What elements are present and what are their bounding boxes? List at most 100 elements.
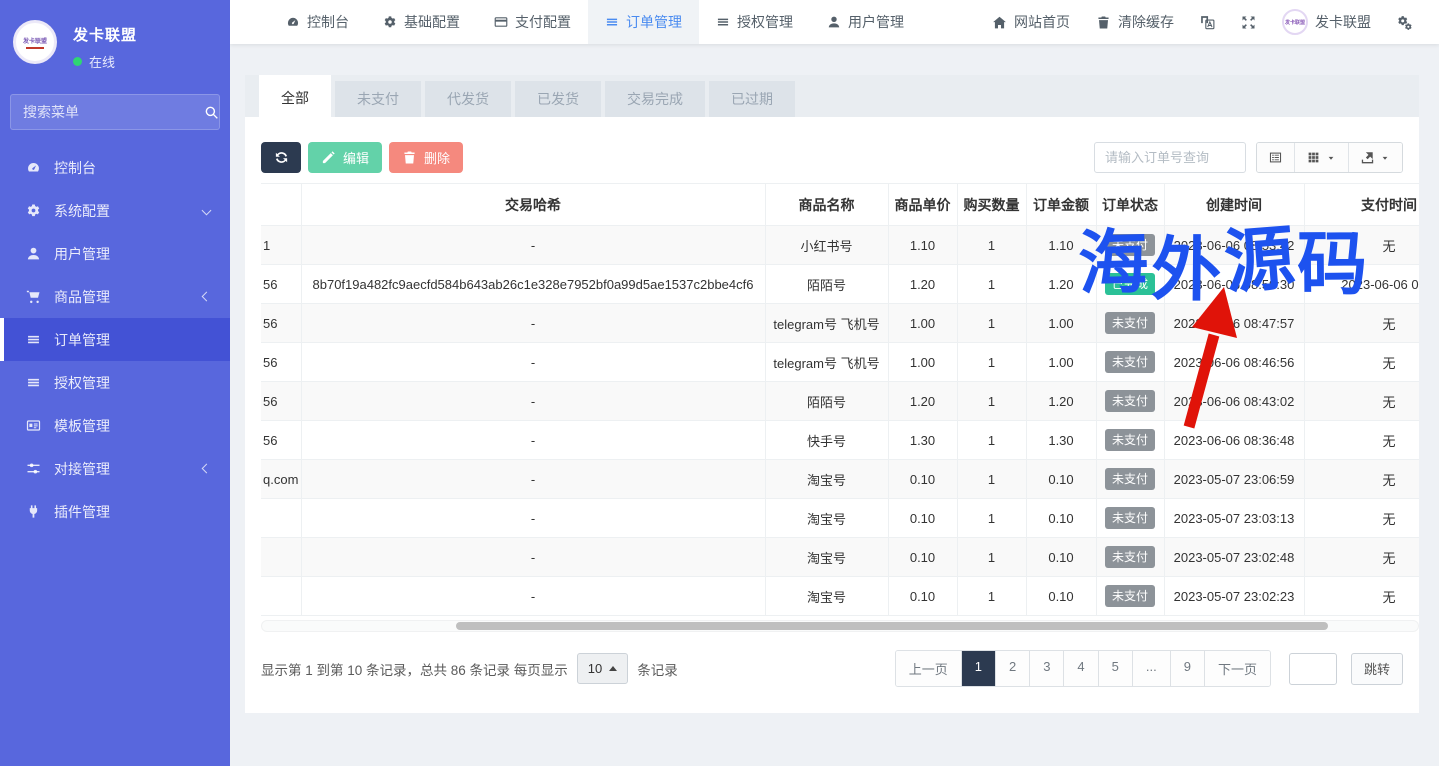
translate-button[interactable] [1187, 15, 1228, 30]
refresh-button[interactable] [261, 142, 301, 173]
sidebar-item-system-config[interactable]: 系统配置 [0, 189, 230, 232]
edit-button[interactable]: 编辑 [308, 142, 382, 173]
sidebar-item-auth-mgmt[interactable]: 授权管理 [0, 361, 230, 404]
column-header: 支付时间 [1304, 184, 1419, 226]
sidebar-item-label: 订单管理 [54, 330, 110, 350]
user-icon [827, 15, 841, 29]
chevron-left-icon [202, 292, 212, 302]
columns-button[interactable] [1294, 143, 1348, 172]
page-item-2[interactable]: 2 [995, 651, 1029, 686]
sidebar-menu: 控制台系统配置用户管理商品管理订单管理授权管理模板管理对接管理插件管理 [0, 146, 230, 533]
cell-amount: 0.10 [1026, 577, 1096, 616]
topbar-item-basic-config[interactable]: 基础配置 [366, 0, 477, 44]
topbar-item-console[interactable]: 控制台 [269, 0, 366, 44]
cell-status: 未支付 [1096, 538, 1164, 577]
table-row[interactable]: -淘宝号0.1010.10未支付2023-05-07 23:03:13无 [261, 499, 1419, 538]
sidebar-item-plugin-mgmt[interactable]: 插件管理 [0, 490, 230, 533]
cell-qty: 1 [957, 343, 1026, 382]
tab-shipped[interactable]: 已发货 [515, 81, 601, 117]
column-header: 创建时间 [1164, 184, 1304, 226]
list-icon [25, 332, 42, 347]
avatar: 发卡联盟 [1282, 9, 1308, 35]
order-search-input[interactable] [1094, 142, 1246, 173]
per-page-dropdown[interactable]: 10 [577, 653, 628, 684]
sidebar-search [10, 94, 220, 130]
sidebar-item-product-mgmt[interactable]: 商品管理 [0, 275, 230, 318]
status-badge: 未支付 [1105, 585, 1155, 607]
site-home-button[interactable]: 网站首页 [979, 12, 1083, 32]
page-item-ellipsis[interactable]: ... [1132, 651, 1170, 686]
page-item-9[interactable]: 9 [1170, 651, 1204, 686]
table-row[interactable]: -淘宝号0.1010.10未支付2023-05-07 23:02:48无 [261, 538, 1419, 577]
settings-button[interactable] [1384, 15, 1425, 30]
cell-hash: - [301, 460, 765, 499]
cell-amount: 1.20 [1026, 382, 1096, 421]
table-row[interactable]: 56-telegram号 飞机号1.0011.00未支付2023-06-06 0… [261, 304, 1419, 343]
hamburger-menu-icon[interactable] [230, 0, 269, 44]
sidebar-item-user-mgmt[interactable]: 用户管理 [0, 232, 230, 275]
fullscreen-button[interactable] [1228, 15, 1269, 30]
caret-up-icon [609, 666, 617, 671]
table-row[interactable]: 56-快手号1.3011.30未支付2023-06-06 08:36:48无 [261, 421, 1419, 460]
orders-table: 交易哈希商品名称商品单价购买数量订单金额订单状态创建时间支付时间 1-小红书号1… [261, 183, 1419, 616]
clear-cache-button[interactable]: 清除缓存 [1083, 12, 1187, 32]
sidebar-item-template-mgmt[interactable]: 模板管理 [0, 404, 230, 447]
page-item-5[interactable]: 5 [1098, 651, 1132, 686]
cell-price: 1.20 [888, 265, 957, 304]
sidebar-item-order-mgmt[interactable]: 订单管理 [0, 318, 230, 361]
tab-unpaid[interactable]: 未支付 [335, 81, 421, 117]
table-row[interactable]: q.com-淘宝号0.1010.10未支付2023-05-07 23:06:59… [261, 460, 1419, 499]
page-item-4[interactable]: 4 [1063, 651, 1097, 686]
table-row[interactable]: 56-telegram号 飞机号1.0011.00未支付2023-06-06 0… [261, 343, 1419, 382]
topbar-item-order-mgmt[interactable]: 订单管理 [588, 0, 699, 44]
translate-icon [1200, 15, 1215, 30]
online-status-label: 在线 [89, 52, 115, 71]
cell-paid: 无 [1304, 343, 1419, 382]
topbar-nav: 控制台基础配置支付配置订单管理授权管理用户管理 [269, 0, 921, 44]
search-icon[interactable] [204, 105, 219, 120]
jump-page-input[interactable] [1289, 653, 1337, 685]
table-view-button-group [1256, 142, 1403, 173]
table-row[interactable]: 1-小红书号1.1011.10未支付2023-06-06 08:53:42无 [261, 226, 1419, 265]
page-item-1[interactable]: 1 [961, 651, 995, 686]
page-item-prev[interactable]: 上一页 [896, 651, 961, 686]
cell-left [261, 577, 301, 616]
table-row[interactable]: -淘宝号0.1010.10未支付2023-05-07 23:02:23无 [261, 577, 1419, 616]
cell-product: telegram号 飞机号 [765, 304, 888, 343]
cell-price: 0.10 [888, 538, 957, 577]
sidebar-item-console[interactable]: 控制台 [0, 146, 230, 189]
cell-product: 陌陌号 [765, 382, 888, 421]
topbar-item-user-mgmt[interactable]: 用户管理 [810, 0, 921, 44]
table-row[interactable]: 568b70f19a482fc9aecfd584b643ab26c1e328e7… [261, 265, 1419, 304]
tab-expired[interactable]: 已过期 [709, 81, 795, 117]
tab-to-ship[interactable]: 代发货 [425, 81, 511, 117]
cell-created: 2023-06-06 08:43:02 [1164, 382, 1304, 421]
tab-completed[interactable]: 交易完成 [605, 81, 705, 117]
sidebar-item-dock-mgmt[interactable]: 对接管理 [0, 447, 230, 490]
cell-left: 1 [261, 226, 301, 265]
detail-view-button[interactable] [1257, 143, 1294, 172]
export-button[interactable] [1348, 143, 1402, 172]
tab-all[interactable]: 全部 [259, 75, 331, 125]
expand-icon [1241, 15, 1256, 30]
horizontal-scrollbar[interactable] [261, 620, 1419, 632]
table-row[interactable]: 56-陌陌号1.2011.20未支付2023-06-06 08:43:02无 [261, 382, 1419, 421]
topbar-item-payment-config[interactable]: 支付配置 [477, 0, 588, 44]
sidebar-search-input[interactable] [23, 104, 204, 120]
user-menu[interactable]: 发卡联盟 发卡联盟 [1269, 9, 1384, 35]
topbar-item-auth-mgmt[interactable]: 授权管理 [699, 0, 810, 44]
column-header: 订单金额 [1026, 184, 1096, 226]
caret-down-icon [1326, 153, 1336, 163]
cell-qty: 1 [957, 499, 1026, 538]
horizontal-scrollbar-thumb[interactable] [456, 622, 1328, 630]
cell-status: 未支付 [1096, 499, 1164, 538]
brand-avatar[interactable]: 发卡联盟 [13, 20, 57, 64]
cell-left [261, 538, 301, 577]
clear-cache-label: 清除缓存 [1118, 12, 1174, 32]
template-icon [25, 418, 42, 433]
page-item-3[interactable]: 3 [1029, 651, 1063, 686]
page-item-next[interactable]: 下一页 [1204, 651, 1270, 686]
jump-button[interactable]: 跳转 [1351, 653, 1403, 685]
column-header [261, 184, 301, 226]
delete-button[interactable]: 删除 [389, 142, 463, 173]
